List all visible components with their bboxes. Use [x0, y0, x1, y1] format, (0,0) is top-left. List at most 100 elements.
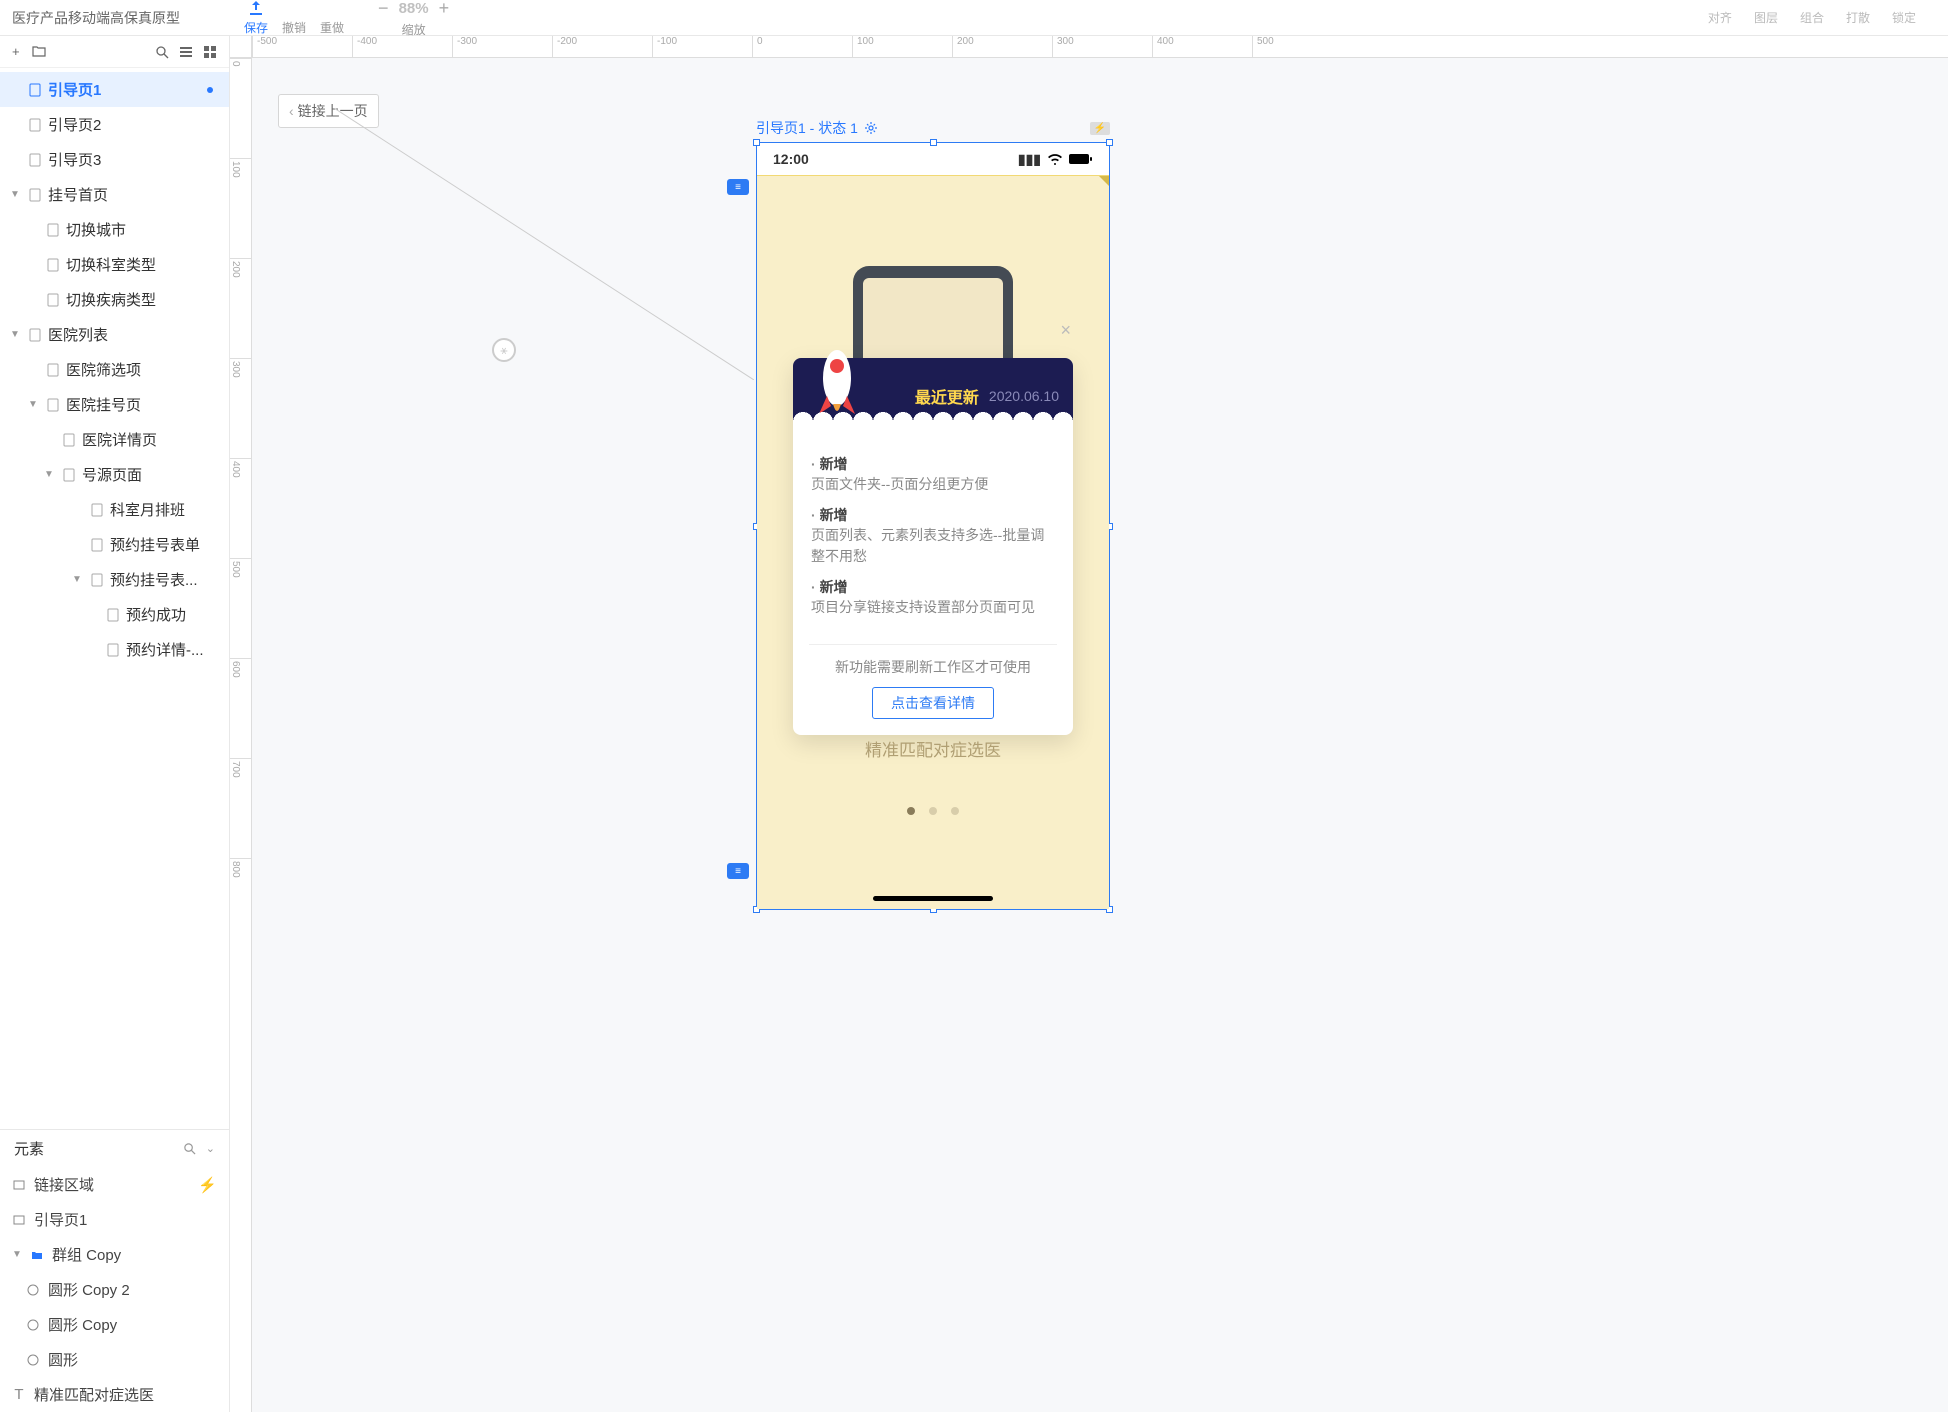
ruler-tick: 100	[230, 158, 251, 258]
chevron-down-icon[interactable]: ▼	[10, 329, 22, 340]
layers-button[interactable]: 图层	[1754, 9, 1778, 26]
add-page-button[interactable]: +	[12, 44, 20, 59]
elements-list: 链接区域⚡引导页1 ▼ 群组 Copy 圆形 Copy 2圆形 Copy圆形 T 精准匹配…	[0, 1167, 229, 1412]
page-icon	[28, 153, 42, 167]
page-item[interactable]: 预约挂号表单	[0, 527, 229, 562]
selection-handle[interactable]	[1106, 139, 1113, 146]
element-item[interactable]: ▼ 群组 Copy	[0, 1237, 229, 1272]
ruler-tick: -200	[552, 36, 652, 57]
element-item[interactable]: 引导页1	[0, 1202, 229, 1237]
update-description: 页面列表、元素列表支持多选--批量调整不用愁	[811, 525, 1055, 567]
zoom-out-button[interactable]: −	[378, 0, 389, 19]
page-item[interactable]: 预约详情-...	[0, 632, 229, 667]
group-button[interactable]: 组合	[1800, 9, 1824, 26]
page-icon	[46, 258, 60, 272]
cloud-decoration	[793, 422, 1073, 444]
battery-icon	[1069, 153, 1093, 165]
list-view-icon[interactable]	[179, 45, 193, 59]
element-item[interactable]: 链接区域⚡	[0, 1167, 229, 1202]
grid-view-icon[interactable]	[203, 45, 217, 59]
page-item[interactable]: 切换科室类型	[0, 247, 229, 282]
dot	[929, 807, 937, 815]
page-item[interactable]: ▼预约挂号表...	[0, 562, 229, 597]
close-icon[interactable]: ×	[1060, 320, 1071, 341]
active-dot-icon	[207, 87, 213, 93]
element-item[interactable]: 圆形	[0, 1342, 229, 1377]
page-item[interactable]: 预约成功	[0, 597, 229, 632]
chevron-down-icon[interactable]: ▼	[28, 399, 40, 410]
ruler-tick: 400	[1152, 36, 1252, 57]
canvas[interactable]: -500-400-300-200-1000100200300400500 010…	[230, 36, 1948, 1412]
page-item[interactable]: 引导页2	[0, 107, 229, 142]
chevron-down-icon[interactable]: ▼	[12, 1249, 22, 1260]
element-type-icon: T	[12, 1388, 26, 1402]
search-icon[interactable]	[155, 45, 169, 59]
element-label: 群组 Copy	[52, 1244, 121, 1265]
artboard-label[interactable]: 引导页1 - 状态 1 ⚡	[756, 118, 1110, 138]
link-hotspot-icon[interactable]: ⚹	[492, 338, 516, 362]
selection-handle[interactable]	[753, 139, 760, 146]
vertical-ruler: 0100200300400500600700800	[230, 58, 252, 1412]
selection-handle[interactable]	[930, 139, 937, 146]
element-label: 精准匹配对症选医	[34, 1384, 154, 1405]
page-item[interactable]: 科室月排班	[0, 492, 229, 527]
align-button[interactable]: 对齐	[1708, 9, 1732, 26]
modal-date: 2020.06.10	[989, 388, 1059, 404]
corner-fold-icon	[1099, 176, 1109, 186]
ruler-tick: 400	[230, 458, 251, 558]
hotspot-tag-icon[interactable]: ≡	[727, 863, 749, 879]
page-item[interactable]: 医院筛选项	[0, 352, 229, 387]
zoom-label: 缩放	[402, 21, 426, 38]
page-label: 挂号首页	[48, 184, 108, 205]
zoom-value: 88%	[399, 0, 429, 17]
page-label: 引导页1	[48, 79, 101, 100]
page-item[interactable]: 医院详情页	[0, 422, 229, 457]
chevron-down-icon[interactable]: ⌄	[206, 1142, 215, 1155]
page-item[interactable]: 引导页1	[0, 72, 229, 107]
undo-button[interactable]: 撤销	[278, 19, 310, 36]
zoom-in-button[interactable]: +	[439, 0, 450, 19]
folder-icon[interactable]	[32, 44, 46, 59]
page-item[interactable]: ▼医院挂号页	[0, 387, 229, 422]
chevron-down-icon[interactable]: ▼	[72, 574, 84, 585]
page-item[interactable]: 切换城市	[0, 212, 229, 247]
element-type-icon	[12, 1178, 26, 1192]
element-type-icon	[26, 1353, 40, 1367]
page-icon	[28, 188, 42, 202]
chevron-down-icon[interactable]: ▼	[10, 189, 22, 200]
save-button[interactable]: 保存	[240, 0, 272, 36]
page-icon	[106, 643, 120, 657]
dot-active	[907, 807, 915, 815]
element-type-icon	[26, 1318, 40, 1332]
ruler-corner	[230, 36, 252, 58]
page-item[interactable]: ▼号源页面	[0, 457, 229, 492]
page-item[interactable]: ▼ 挂号首页	[0, 177, 229, 212]
gear-icon[interactable]	[864, 121, 878, 135]
update-tag: 新增	[811, 454, 1055, 474]
redo-button[interactable]: 重做	[316, 19, 348, 36]
phone-status-bar: 12:00 ▮▮▮	[757, 143, 1109, 175]
page-icon	[46, 293, 60, 307]
page-icon	[62, 433, 76, 447]
document-title: 医疗产品移动端高保真原型	[12, 8, 180, 28]
device-frame[interactable]: ≡ ≡ 12:00 ▮▮▮	[756, 142, 1110, 910]
page-item[interactable]: 引导页3	[0, 142, 229, 177]
update-item: 新增页面列表、元素列表支持多选--批量调整不用愁	[811, 505, 1055, 567]
link-line	[334, 108, 754, 380]
ruler-tick: 500	[230, 558, 251, 658]
ruler-tick: 600	[230, 658, 251, 758]
hotspot-tag-icon[interactable]: ≡	[727, 179, 749, 195]
page-item[interactable]: ▼医院列表	[0, 317, 229, 352]
element-item[interactable]: 圆形 Copy 2	[0, 1272, 229, 1307]
ungroup-button[interactable]: 打散	[1846, 9, 1870, 26]
element-type-icon	[12, 1213, 26, 1227]
lock-button[interactable]: 锁定	[1892, 9, 1916, 26]
element-item[interactable]: T 精准匹配对症选医	[0, 1377, 229, 1412]
chevron-down-icon[interactable]: ▼	[44, 469, 56, 480]
view-details-button[interactable]: 点击查看详情	[872, 687, 994, 719]
page-item[interactable]: 切换疾病类型	[0, 282, 229, 317]
element-item[interactable]: 圆形 Copy	[0, 1307, 229, 1342]
search-elements-icon[interactable]	[183, 1142, 196, 1155]
phone-screen: × 最近更新	[757, 175, 1109, 909]
page-icon	[90, 538, 104, 552]
